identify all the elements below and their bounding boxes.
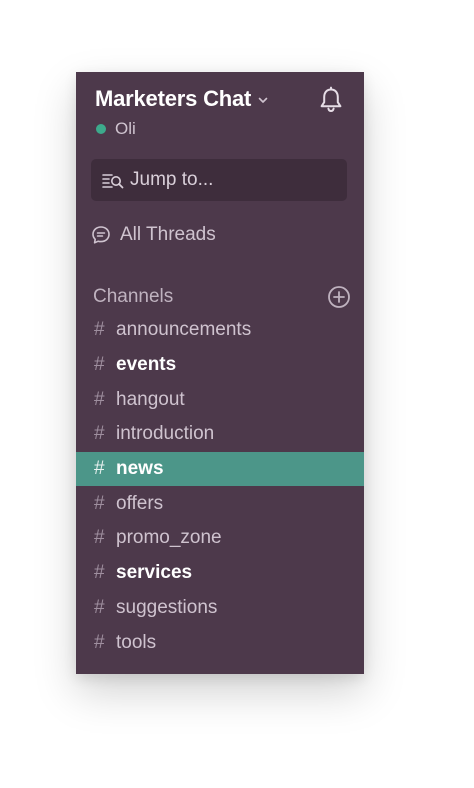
channel-hash-icon: # [94,388,105,410]
channel-item-services[interactable]: # services [76,556,364,591]
channel-item-hangout[interactable]: # hangout [76,382,364,417]
plus-circle-icon[interactable] [327,285,351,309]
channel-hash-icon: # [94,527,105,549]
team-menu-button[interactable]: Marketers Chat [95,86,269,112]
channel-hash-icon: # [94,492,105,514]
current-user[interactable]: Oli [96,119,136,139]
channel-name: offers [116,492,164,514]
channel-item-tools[interactable]: # tools [76,625,364,660]
channel-item-suggestions[interactable]: # suggestions [76,591,364,626]
sidebar: Marketers Chat Oli Jump to... All Thread… [76,72,364,674]
channel-name: suggestions [116,596,218,618]
user-name: Oli [115,119,136,138]
channel-item-events[interactable]: # events [76,348,364,383]
channels-title[interactable]: Channels [93,286,173,308]
channel-name: introduction [116,423,215,445]
channel-name: promo_zone [116,527,222,549]
chevron-down-icon [257,94,269,106]
page-background: Marketers Chat Oli Jump to... All Thread… [0,0,474,788]
presence-indicator [96,124,106,134]
bell-icon[interactable] [318,86,344,114]
channel-list: # announcements # events # hangout # introducti… [76,313,364,660]
channel-name: hangout [116,388,185,410]
channel-hash-icon: # [94,319,105,341]
jump-to-label: Jump to... [130,169,214,190]
channel-name: tools [116,631,157,653]
channel-hash-icon: # [94,423,105,445]
channel-item-news[interactable]: # news [76,451,364,487]
channel-name: events [116,354,177,376]
all-threads-link[interactable]: All Threads [91,224,216,246]
channel-item-promo-zone[interactable]: # promo_zone [76,521,364,556]
channels-section-header: Channels [93,285,351,309]
quick-switcher-icon [102,171,124,189]
all-threads-label: All Threads [120,224,216,245]
channel-hash-icon: # [94,354,105,376]
channel-name: services [116,562,193,584]
jump-to-button[interactable]: Jump to... [91,159,347,201]
channel-name: announcements [116,319,252,341]
channel-item-announcements[interactable]: # announcements [76,313,364,348]
channel-name: news [116,458,164,480]
threads-icon [91,225,111,245]
channel-hash-icon: # [94,562,105,584]
channel-hash-icon: # [94,631,105,653]
channel-hash-icon: # [94,596,105,618]
channel-item-introduction[interactable]: # introduction [76,417,364,452]
channel-hash-icon: # [94,458,105,480]
channel-item-offers[interactable]: # offers [76,486,364,521]
sidebar-header: Marketers Chat Oli [76,72,364,148]
team-name: Marketers Chat [95,86,252,111]
